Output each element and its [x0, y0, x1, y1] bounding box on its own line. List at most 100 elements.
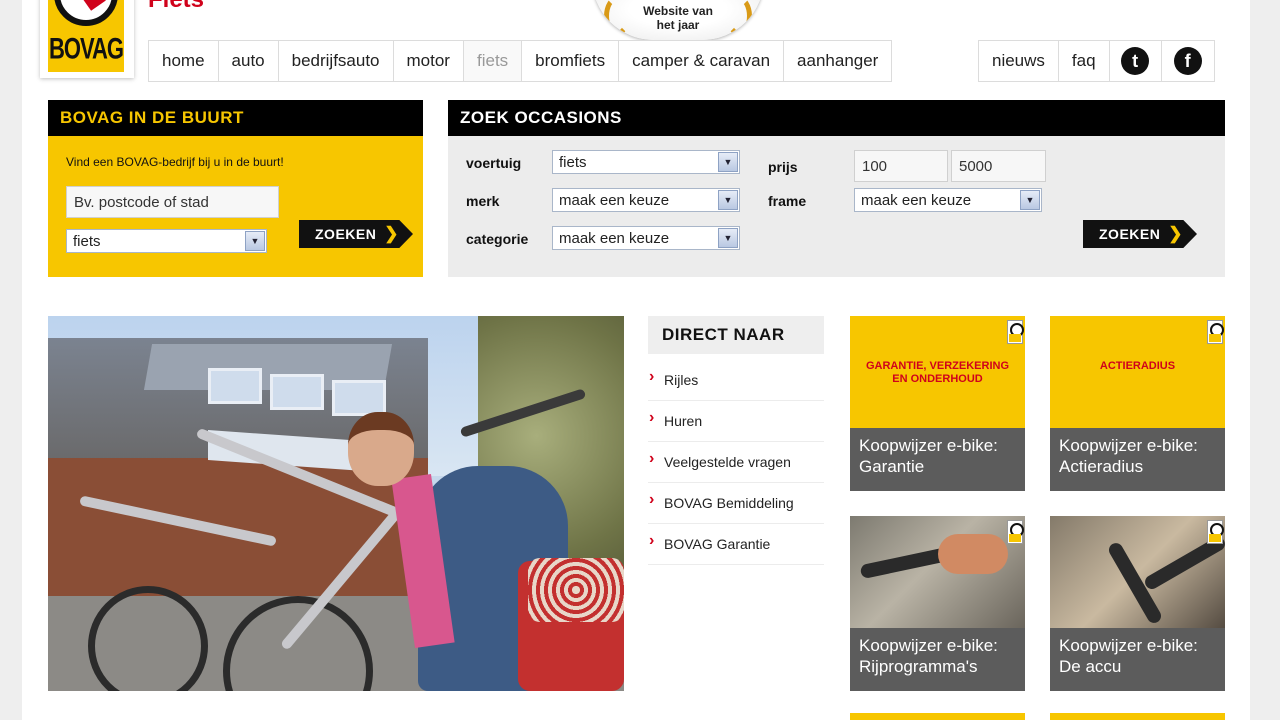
facebook-icon: f [1173, 47, 1202, 75]
page: BOVAG Fiets Website van het jaar home au… [22, 0, 1250, 720]
next-tile-top [1050, 713, 1225, 720]
chevron-down-icon: ▼ [718, 152, 738, 172]
nav-auto[interactable]: auto [219, 41, 279, 81]
buurt-panel: Vind een BOVAG-bedrijf bij u in de buurt… [48, 136, 423, 277]
tile-banner: ACTIERADIUS [1050, 316, 1225, 428]
bovag-mini-logo-icon [1007, 520, 1024, 544]
tile-caption-line-1: Koopwijzer e-bike: [1059, 436, 1198, 455]
nav-home[interactable]: home [149, 41, 219, 81]
tile-accu[interactable]: Koopwijzer e-bike: De accu [1050, 516, 1225, 691]
logo-mark: BOVAG [48, 0, 124, 72]
secondary-nav: nieuws faq t f [978, 40, 1215, 82]
logo-text: BOVAG [48, 31, 124, 66]
twitter-link[interactable]: t [1110, 41, 1162, 81]
award-line-1: Website van [643, 4, 713, 18]
buurt-title: BOVAG IN DE BUURT [48, 100, 423, 136]
chevron-right-icon: ❯ [384, 224, 399, 243]
voertuig-label: voertuig [466, 155, 522, 171]
chevron-right-icon: ❯ [1168, 224, 1183, 243]
tile-caption: Koopwijzer e-bike: De accu [1050, 628, 1225, 691]
section-title: Fiets [148, 0, 204, 14]
photo-hand [938, 534, 1008, 574]
nav-aanhanger[interactable]: aanhanger [784, 41, 891, 81]
occasions-zoeken-label: ZOEKEN [1099, 226, 1161, 242]
tile-caption-line-2: Actieradius [1059, 457, 1144, 476]
tile-banner: GARANTIE, VERZEKERING EN ONDERHOUD [850, 316, 1025, 428]
chevron-down-icon: ▼ [245, 231, 265, 251]
nav-bedrijfsauto[interactable]: bedrijfsauto [279, 41, 394, 81]
tile-caption-line-1: Koopwijzer e-bike: [1059, 636, 1198, 655]
occasions-title: ZOEK OCCASIONS [448, 100, 1225, 136]
bovag-mini-logo-icon [1207, 320, 1224, 344]
tile-caption: Koopwijzer e-bike: Rijprogramma's [850, 628, 1025, 691]
direct-naar-link-bemiddeling[interactable]: BOVAG Bemiddeling [648, 483, 824, 524]
award-text: Website van het jaar [628, 4, 728, 32]
voertuig-select[interactable]: fiets ▼ [552, 150, 740, 174]
categorie-value: maak een keuze [559, 229, 670, 247]
laurel-left-icon [604, 0, 630, 36]
tile-photo [1050, 516, 1225, 628]
award-badge[interactable]: Website van het jaar [592, 0, 764, 40]
photo-window [270, 374, 324, 410]
nav-motor[interactable]: motor [394, 41, 464, 81]
photo-window [208, 368, 262, 404]
merk-select[interactable]: maak een keuze ▼ [552, 188, 740, 212]
nav-faq[interactable]: faq [1059, 41, 1110, 81]
bovag-logo[interactable]: BOVAG [40, 0, 134, 78]
photo-handlebar-grip [859, 546, 951, 580]
buurt-category-value: fiets [73, 232, 101, 250]
hero-photo[interactable] [48, 316, 624, 691]
tile-caption: Koopwijzer e-bike: Garantie [850, 428, 1025, 491]
photo-bag-flap [528, 558, 624, 622]
buurt-zoeken-button[interactable]: ZOEKEN ❯ [299, 220, 413, 248]
frame-value: maak een keuze [861, 191, 972, 209]
tile-caption: Koopwijzer e-bike: Actieradius [1050, 428, 1225, 491]
nav-nieuws[interactable]: nieuws [979, 41, 1059, 81]
direct-naar-link-faq[interactable]: Veelgestelde vragen [648, 442, 824, 483]
frame-label: frame [768, 193, 807, 209]
prijs-label: prijs [768, 159, 798, 175]
nav-camper-caravan[interactable]: camper & caravan [619, 41, 785, 81]
voertuig-value: fiets [559, 153, 587, 171]
direct-naar-link-rijles[interactable]: Rijles [648, 360, 824, 401]
merk-label: merk [466, 193, 500, 209]
award-line-2: het jaar [656, 18, 700, 32]
buurt-category-select[interactable]: fiets ▼ [66, 229, 267, 253]
chevron-down-icon: ▼ [718, 190, 738, 210]
bovag-mini-logo-icon [1007, 320, 1024, 344]
categorie-select[interactable]: maak een keuze ▼ [552, 226, 740, 250]
tile-caption-line-1: Koopwijzer e-bike: [859, 436, 998, 455]
tile-actieradius[interactable]: ACTIERADIUS Koopwijzer e-bike: Actieradi… [1050, 316, 1225, 491]
photo-window [332, 380, 386, 416]
bovag-mini-logo-icon [1207, 520, 1224, 544]
nav-fiets[interactable]: fiets [463, 41, 523, 81]
direct-naar-title: DIRECT NAAR [648, 316, 824, 354]
tile-caption-line-2: Rijprogramma's [859, 657, 978, 676]
prijs-max-input[interactable]: 5000 [951, 150, 1046, 182]
tile-caption-line-2: Garantie [859, 457, 925, 476]
buurt-intro: Vind een BOVAG-bedrijf bij u in de buurt… [66, 155, 284, 169]
nav-bromfiets[interactable]: bromfiets [522, 41, 620, 81]
laurel-right-icon [726, 0, 752, 36]
logo-circle-icon [54, 0, 118, 26]
prijs-min-input[interactable]: 100 [854, 150, 948, 182]
location-input[interactable]: Bv. postcode of stad [66, 186, 279, 218]
direct-naar-link-garantie[interactable]: BOVAG Garantie [648, 524, 824, 565]
buurt-zoeken-label: ZOEKEN [315, 226, 377, 242]
main-nav: home auto bedrijfsauto motor fiets bromf… [148, 40, 893, 82]
tile-photo [850, 516, 1025, 628]
categorie-label: categorie [466, 231, 529, 247]
tile-caption-line-2: De accu [1059, 657, 1122, 676]
tile-rijprogrammas[interactable]: Koopwijzer e-bike: Rijprogramma's [850, 516, 1025, 691]
next-tile-top [850, 713, 1025, 720]
photo-face [348, 412, 414, 486]
tile-tag: ACTIERADIUS [1099, 360, 1176, 372]
tile-garantie[interactable]: GARANTIE, VERZEKERING EN ONDERHOUD Koopw… [850, 316, 1025, 491]
facebook-link[interactable]: f [1162, 41, 1214, 81]
occasions-panel: voertuig fiets ▼ merk maak een keuze ▼ c… [448, 136, 1225, 277]
frame-select[interactable]: maak een keuze ▼ [854, 188, 1042, 212]
tile-tag: GARANTIE, VERZEKERING EN ONDERHOUD [865, 360, 1009, 385]
occasions-zoeken-button[interactable]: ZOEKEN ❯ [1083, 220, 1197, 248]
direct-naar-link-huren[interactable]: Huren [648, 401, 824, 442]
twitter-icon: t [1121, 47, 1150, 75]
